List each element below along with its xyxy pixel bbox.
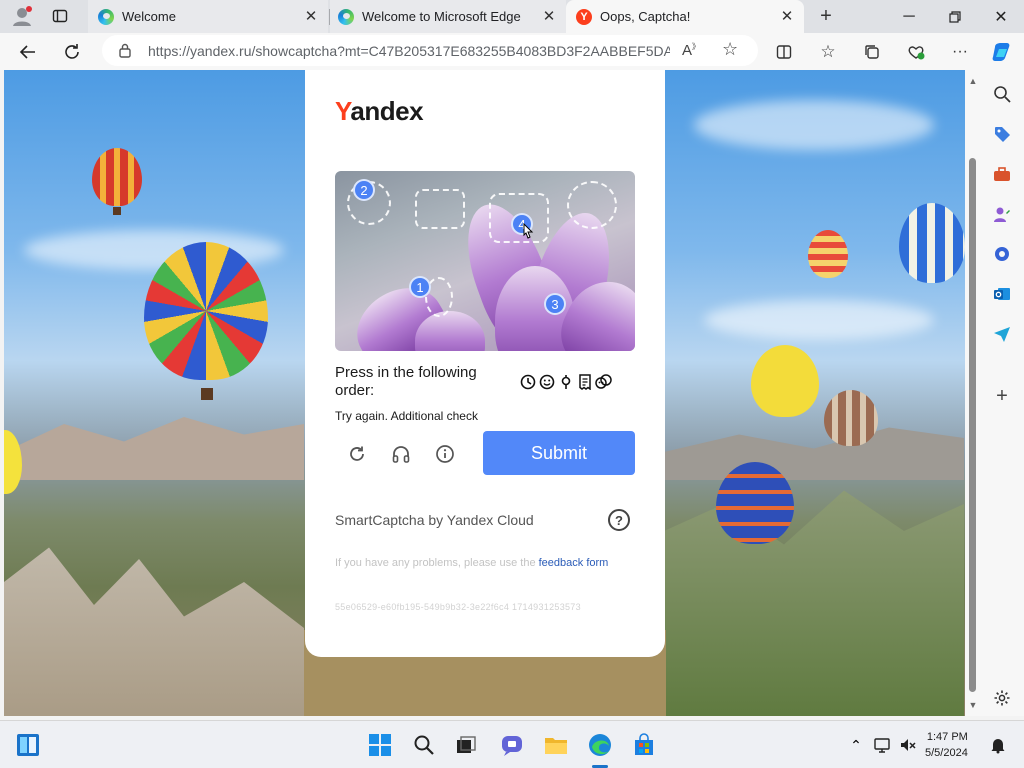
submit-button[interactable]: Submit bbox=[483, 431, 635, 475]
people-icon[interactable] bbox=[990, 202, 1014, 226]
feedback-link[interactable]: feedback form bbox=[539, 557, 609, 569]
mouse-cursor-icon bbox=[523, 223, 534, 239]
captcha-instruction: Press in the following order: bbox=[335, 364, 477, 399]
show-hidden-icons-chevron-icon[interactable]: ⌃ bbox=[842, 731, 870, 759]
copilot-icon[interactable] bbox=[988, 38, 1016, 66]
search-icon[interactable] bbox=[990, 82, 1014, 106]
vertical-scrollbar[interactable]: ▲ ▼ bbox=[965, 70, 981, 716]
read-aloud-icon[interactable]: A》 bbox=[682, 41, 700, 59]
close-window-button[interactable]: ✕ bbox=[978, 0, 1024, 33]
back-button[interactable] bbox=[14, 38, 42, 66]
edge-taskbar-icon[interactable] bbox=[586, 731, 614, 759]
favorites-icon[interactable]: ☆ bbox=[814, 38, 842, 66]
tab-title: Oops, Captcha! bbox=[600, 9, 691, 24]
address-bar[interactable]: https://yandex.ru/showcaptcha?mt=C47B205… bbox=[102, 35, 758, 66]
hot-air-balloon bbox=[716, 462, 794, 544]
profile-avatar[interactable] bbox=[8, 2, 36, 30]
captcha-image[interactable]: 1 2 3 4 bbox=[335, 171, 635, 351]
audio-captcha-icon[interactable] bbox=[389, 442, 413, 466]
minimize-button[interactable]: ─ bbox=[886, 0, 932, 33]
widgets-icon[interactable] bbox=[14, 731, 42, 759]
tab-captcha[interactable]: Y Oops, Captcha! ✕ bbox=[566, 0, 804, 33]
info-icon[interactable] bbox=[433, 442, 457, 466]
clock-date: 5/5/2024 bbox=[925, 747, 968, 759]
address-url: https://yandex.ru/showcaptcha?mt=C47B205… bbox=[148, 42, 670, 59]
yandex-logo: Yandex bbox=[335, 96, 424, 126]
yandex-favicon-icon: Y bbox=[576, 8, 592, 25]
captcha-order-icons bbox=[519, 373, 612, 390]
pin-icon bbox=[557, 373, 574, 390]
click-marker: 1 bbox=[409, 276, 431, 298]
teams-chat-icon[interactable] bbox=[498, 731, 526, 759]
scroll-up-arrow-icon[interactable]: ▲ bbox=[968, 76, 978, 86]
navigation-toolbar: https://yandex.ru/showcaptcha?mt=C47B205… bbox=[0, 33, 1024, 70]
click-marker: 3 bbox=[544, 293, 566, 315]
browser-essentials-icon[interactable] bbox=[902, 38, 930, 66]
edge-icon bbox=[338, 8, 354, 25]
close-icon[interactable]: ✕ bbox=[540, 7, 558, 25]
scroll-down-arrow-icon[interactable]: ▼ bbox=[968, 700, 978, 710]
tab-welcome-edge[interactable]: Welcome to Microsoft Edge ✕ bbox=[330, 0, 566, 33]
request-id: 55e06529-e60fb195-549b9b32-3e22f6c4 1714… bbox=[335, 602, 581, 612]
network-icon[interactable] bbox=[868, 731, 896, 759]
captcha-card: Yandex 1 2 3 4 Press in the following or… bbox=[305, 70, 665, 657]
tools-icon[interactable] bbox=[990, 162, 1014, 186]
notifications-icon[interactable] bbox=[984, 731, 1012, 759]
new-tab-button[interactable]: + bbox=[812, 2, 840, 30]
captcha-target bbox=[567, 181, 617, 229]
edge-sidebar: + bbox=[981, 70, 1024, 716]
start-icon[interactable] bbox=[366, 731, 394, 759]
shopping-tag-icon[interactable] bbox=[990, 122, 1014, 146]
more-options-icon[interactable]: ··· bbox=[946, 38, 974, 66]
smiley-icon bbox=[538, 373, 555, 390]
outlook-icon[interactable] bbox=[990, 282, 1014, 306]
hot-air-balloon bbox=[144, 242, 268, 380]
click-marker: 2 bbox=[353, 179, 375, 201]
hot-air-balloon bbox=[92, 148, 142, 206]
hot-air-balloon bbox=[808, 230, 848, 278]
file-explorer-icon[interactable] bbox=[542, 731, 570, 759]
tab-title: Welcome to Microsoft Edge bbox=[362, 9, 521, 24]
hot-air-balloon bbox=[4, 430, 22, 494]
lock-icon[interactable] bbox=[118, 42, 132, 63]
refresh-captcha-icon[interactable] bbox=[345, 442, 369, 466]
task-view-icon[interactable] bbox=[452, 731, 480, 759]
add-sidebar-app-icon[interactable]: + bbox=[990, 384, 1014, 408]
help-icon[interactable]: ? bbox=[608, 509, 630, 531]
tab-welcome[interactable]: Welcome ✕ bbox=[88, 0, 328, 33]
restore-button[interactable] bbox=[932, 0, 978, 33]
sidebar-settings-icon[interactable] bbox=[990, 686, 1014, 710]
receipt-icon bbox=[576, 373, 593, 390]
captcha-target-check bbox=[415, 189, 465, 229]
theater-icon bbox=[595, 373, 612, 390]
retry-message: Try again. Additional check bbox=[335, 409, 478, 423]
scroll-thumb[interactable] bbox=[969, 158, 976, 692]
system-clock[interactable]: 1:47 PM 5/5/2024 bbox=[925, 729, 968, 761]
search-icon[interactable] bbox=[410, 731, 438, 759]
powered-by-label: SmartCaptcha by Yandex Cloud bbox=[335, 512, 534, 528]
tab-actions-icon[interactable] bbox=[46, 2, 74, 30]
send-icon[interactable] bbox=[990, 322, 1014, 346]
close-icon[interactable]: ✕ bbox=[302, 7, 320, 25]
store-icon[interactable] bbox=[630, 731, 658, 759]
clock-time: 1:47 PM bbox=[926, 731, 968, 743]
split-screen-icon[interactable] bbox=[770, 38, 798, 66]
close-icon[interactable]: ✕ bbox=[778, 7, 796, 25]
collections-icon[interactable] bbox=[858, 38, 886, 66]
hot-air-balloon bbox=[899, 203, 965, 283]
clock-icon bbox=[519, 373, 536, 390]
tab-title: Welcome bbox=[122, 9, 176, 24]
problems-text: If you have any problems, please use the… bbox=[335, 557, 609, 569]
page-viewport: Yandex 1 2 3 4 Press in the following or… bbox=[4, 70, 965, 716]
windows-taskbar: ⌃ 1:47 PM 5/5/2024 bbox=[0, 720, 1024, 768]
volume-muted-icon[interactable] bbox=[894, 731, 922, 759]
hot-air-balloon bbox=[751, 345, 819, 417]
tab-strip: Welcome ✕ Welcome to Microsoft Edge ✕ Y … bbox=[0, 0, 1024, 33]
refresh-button[interactable] bbox=[58, 38, 86, 66]
hot-air-balloon bbox=[824, 390, 878, 446]
office-icon[interactable] bbox=[990, 242, 1014, 266]
edge-icon bbox=[98, 8, 114, 25]
favorite-star-icon[interactable]: ☆ bbox=[722, 39, 738, 60]
